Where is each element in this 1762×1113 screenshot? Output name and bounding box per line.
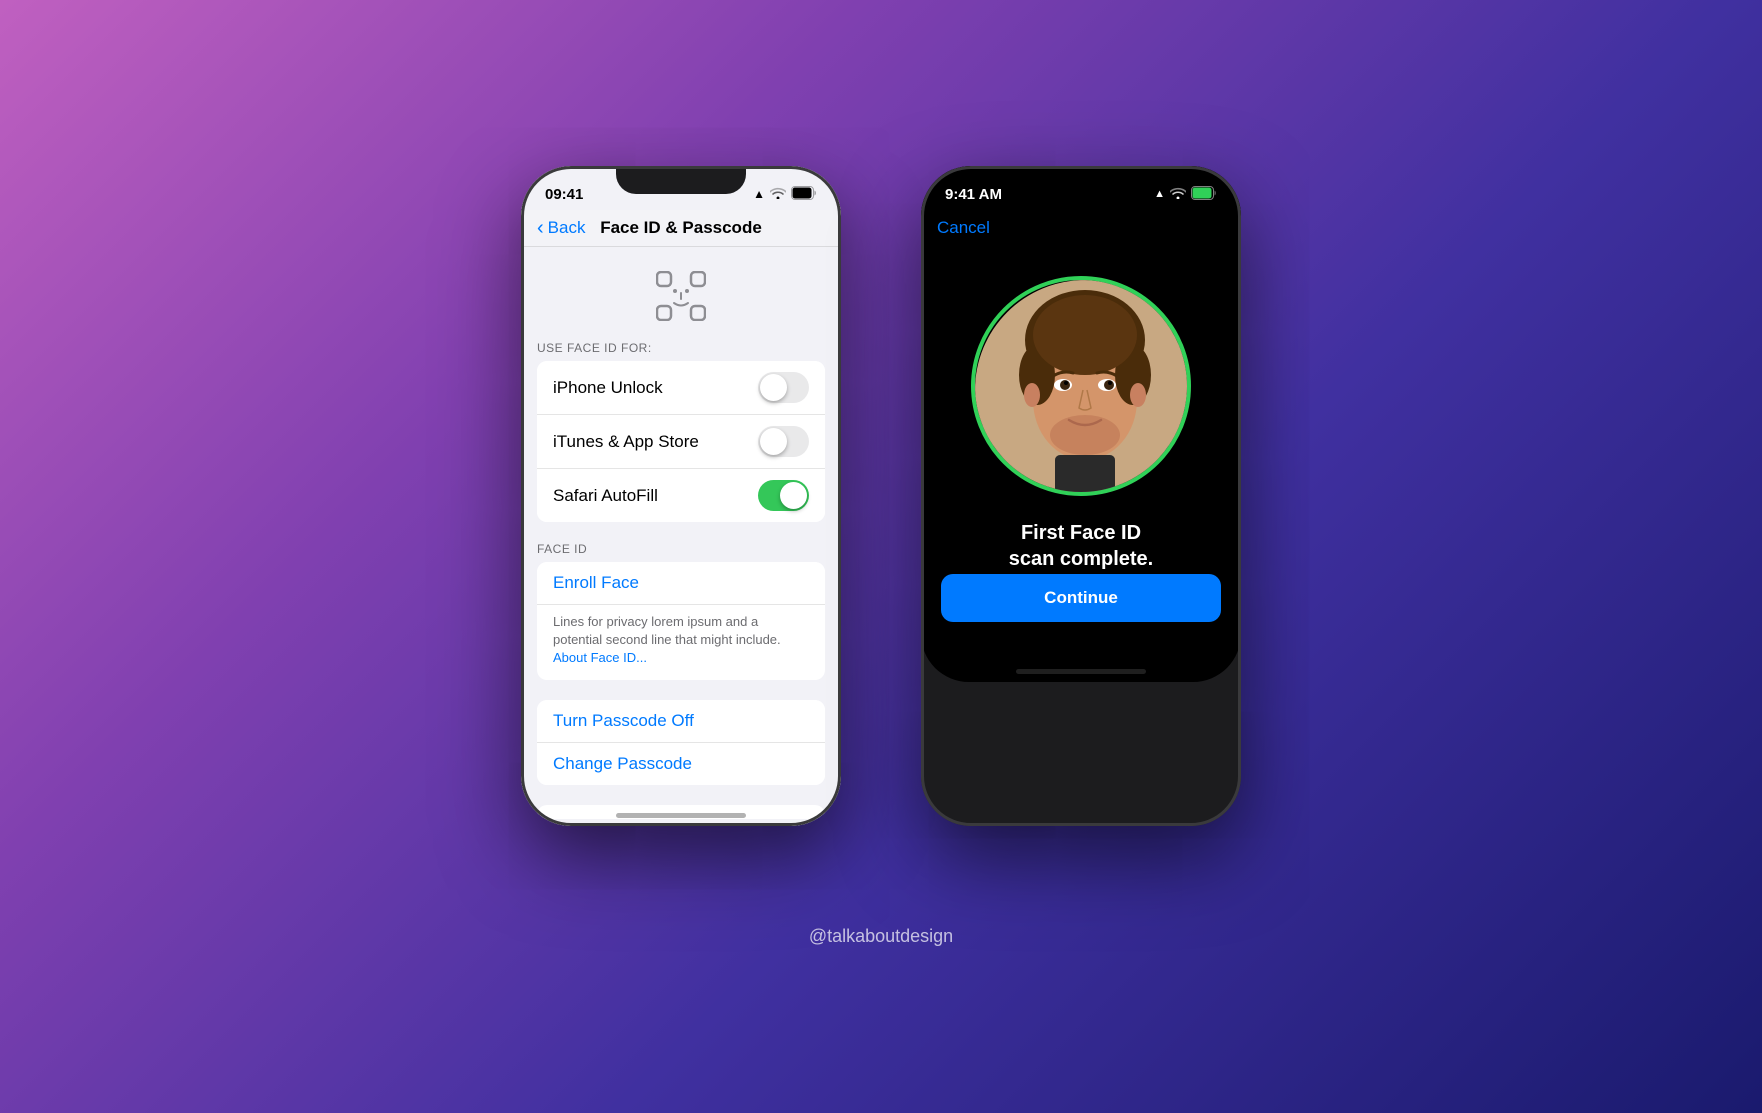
safari-autofill-row[interactable]: Safari AutoFill	[537, 469, 825, 522]
page-title: Face ID & Passcode	[600, 218, 762, 238]
iphone-scan: 9:41 AM ▲	[921, 166, 1241, 826]
back-button[interactable]: ‹ Back	[537, 217, 585, 240]
enroll-face-row[interactable]: Enroll Face	[537, 562, 825, 605]
use-face-id-header: USE FACE ID FOR:	[521, 341, 841, 361]
status-time: 9:41 AM	[945, 186, 1002, 203]
battery-icon	[791, 186, 817, 203]
home-indicator	[1016, 669, 1146, 674]
scan-screen: 9:41 AM ▲	[921, 166, 1241, 682]
face-id-desc-text: Lines for privacy lorem ipsum and a pote…	[553, 614, 781, 647]
notch	[616, 166, 746, 194]
face-scan-circle	[971, 276, 1191, 496]
use-face-id-section: USE FACE ID FOR: iPhone Unlock iTunes & …	[521, 341, 841, 522]
turn-passcode-off-row[interactable]: Turn Passcode Off	[537, 700, 825, 743]
settings-screen: 09:41 ▲	[521, 166, 841, 826]
face-id-header: FACE ID	[521, 542, 841, 562]
scan-complete-line1: First Face ID	[1021, 522, 1141, 544]
home-indicator	[616, 813, 746, 818]
cancel-nav: Cancel	[921, 210, 1241, 246]
notch	[1016, 166, 1146, 194]
toggle-thumb	[760, 428, 787, 455]
iphone-unlock-label: iPhone Unlock	[553, 378, 663, 398]
battery-icon	[1191, 186, 1217, 203]
face-image	[975, 280, 1191, 496]
about-face-id-link[interactable]: About Face ID...	[553, 650, 647, 665]
back-arrow-icon: ‹	[537, 217, 544, 240]
passcode-group: Turn Passcode Off Change Passcode	[537, 700, 825, 785]
status-icons: ▲	[753, 186, 817, 203]
wifi-icon	[770, 187, 786, 202]
status-icons: ▲	[1154, 186, 1217, 203]
face-id-section: FACE ID Enroll Face Lines for privacy lo…	[521, 542, 841, 680]
itunes-appstore-label: iTunes & App Store	[553, 432, 699, 452]
status-time: 09:41	[545, 186, 583, 203]
face-id-icon-section	[521, 247, 841, 341]
navigation-bar: ‹ Back Face ID & Passcode	[521, 210, 841, 247]
face-id-icon	[656, 271, 706, 321]
scan-complete-line2: scan complete.	[1009, 548, 1154, 570]
scan-complete-text: First Face ID scan complete.	[1009, 520, 1154, 572]
toggle-thumb	[780, 482, 807, 509]
wifi-icon	[1170, 187, 1186, 202]
change-passcode-row[interactable]: Change Passcode	[537, 743, 825, 785]
settings-content: USE FACE ID FOR: iPhone Unlock iTunes & …	[521, 247, 841, 819]
face-id-group: Enroll Face Lines for privacy lorem ipsu…	[537, 562, 825, 680]
iphone-unlock-toggle[interactable]	[758, 372, 809, 403]
continue-button[interactable]: Continue	[941, 574, 1221, 622]
face-id-description: Lines for privacy lorem ipsum and a pote…	[537, 605, 825, 680]
use-face-id-group: iPhone Unlock iTunes & App Store	[537, 361, 825, 522]
enroll-face-label: Enroll Face	[553, 573, 639, 593]
change-passcode-label: Change Passcode	[553, 754, 692, 774]
turn-passcode-off-label: Turn Passcode Off	[553, 711, 694, 731]
iphone-settings: 09:41 ▲	[521, 166, 841, 826]
phones-row: 09:41 ▲	[521, 166, 1241, 826]
main-container: 09:41 ▲	[521, 166, 1241, 947]
watermark: @talkaboutdesign	[809, 926, 953, 947]
safari-autofill-label: Safari AutoFill	[553, 486, 658, 506]
itunes-toggle[interactable]	[758, 426, 809, 457]
itunes-appstore-row[interactable]: iTunes & App Store	[537, 415, 825, 469]
cancel-button[interactable]: Cancel	[937, 218, 990, 237]
chevron-icon: ›	[804, 817, 809, 819]
toggle-thumb	[760, 374, 787, 401]
signal-icon: ▲	[1154, 188, 1165, 200]
signal-icon: ▲	[753, 187, 765, 201]
safari-toggle[interactable]	[758, 480, 809, 511]
iphone-unlock-row[interactable]: iPhone Unlock	[537, 361, 825, 415]
back-label: Back	[548, 218, 586, 238]
